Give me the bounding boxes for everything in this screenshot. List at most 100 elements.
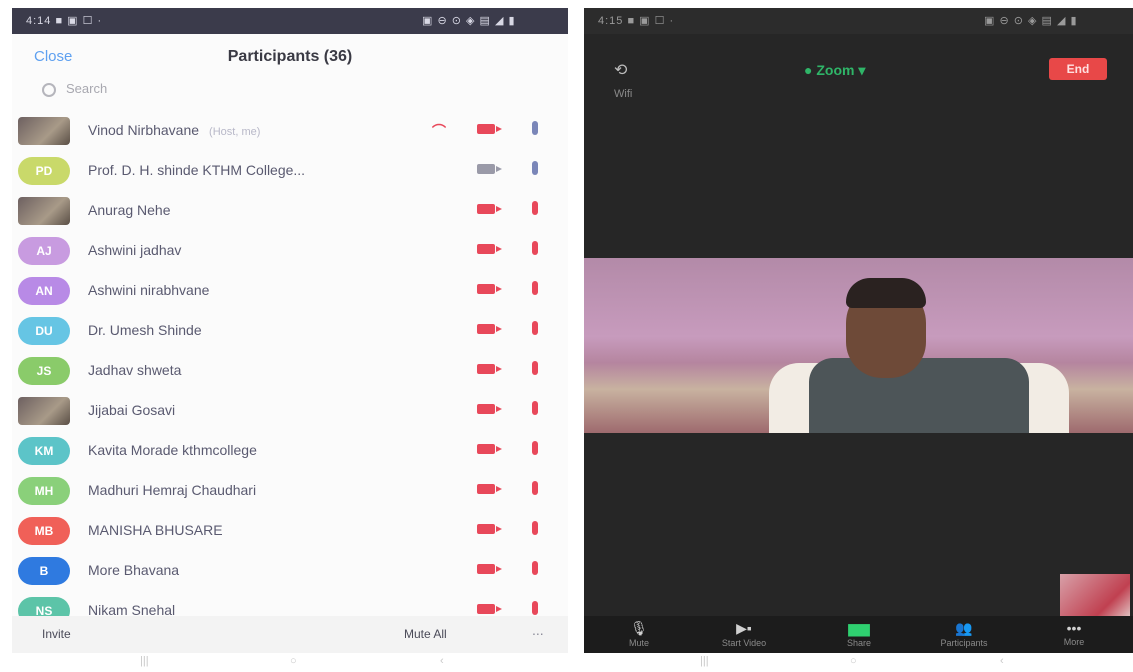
participant-row[interactable]: MH Madhuri Hemraj Chaudhari [12,471,568,511]
participant-name-text: Ashwini nirabhvane [88,282,210,298]
more-label: More [1063,637,1085,647]
video-off-icon [477,564,502,574]
start-video-label: Start Video [721,638,767,648]
participant-name: Kavita Morade kthmcollege [88,442,267,458]
participant-row[interactable]: JS Jadhav shweta [12,351,568,391]
search-input[interactable]: Search [42,81,107,97]
participant-row[interactable]: MB MANISHA BHUSARE [12,511,568,551]
participant-name-text: Jijabai Gosavi [88,402,176,418]
participant-row[interactable]: KM Kavita Morade kthmcollege [12,431,568,471]
participant-row[interactable]: Jijabai Gosavi [12,391,568,431]
participant-note: (Host, me) [209,126,261,138]
recent-apps-icon[interactable]: ||| [140,655,149,667]
home-icon[interactable]: ○ [290,655,297,667]
participant-name: Madhuri Hemraj Chaudhari [88,482,266,498]
avatar [18,197,70,225]
back-icon[interactable]: ‹ [440,655,444,667]
start-video-button[interactable]: ▶▪ Start Video [704,620,784,648]
participant-row[interactable]: B More Bhavana [12,551,568,591]
video-camera-icon: ▶▪ [736,620,752,636]
video-off-icon [477,604,502,614]
participant-name: Jijabai Gosavi [88,402,185,418]
participant-row[interactable]: AJ Ashwini jadhav [12,231,568,271]
participants-footer: Invite Mute All ... [12,616,568,653]
mute-label: Mute [628,638,649,648]
participant-row[interactable]: Vinod Nirbhavane (Host, me) ⌒ [12,111,568,151]
avatar-initials: MH [34,484,54,498]
participant-row[interactable]: AN Ashwini nirabhvane [12,271,568,311]
microphone-icon: 🎙 [630,620,648,636]
participant-row[interactable]: Anurag Nehe [12,191,568,231]
participant-name-text: Madhuri Hemraj Chaudhari [88,482,257,498]
meeting-view: 4:15 ■ ▣ ☐ · ▣ ⊖ ⊙ ◈ ▤ ◢ ▮ ⟲ Wifi ● Zoom… [584,8,1133,653]
status-icons: ▣ ⊖ ⊙ ◈ ▤ ◢ ▮ [984,15,1078,27]
avatar-initials: B [39,564,49,578]
camera-switch-icon[interactable]: ⟲ [614,60,627,80]
mute-button[interactable]: 🎙 Mute [604,620,674,648]
recent-apps-icon[interactable]: ||| [700,655,709,667]
participant-name: MANISHA BHUSARE [88,522,233,538]
video-off-icon [477,324,502,334]
participant-name: Ashwini jadhav [88,242,191,258]
avatar-initials: DU [35,324,53,338]
avatar: B [18,557,70,585]
participants-label: Participants [940,638,988,648]
participant-name: Jadhav shweta [88,362,191,378]
participant-name: Vinod Nirbhavane (Host, me) [88,122,260,138]
share-label: Share [846,638,872,648]
self-view-thumbnail[interactable] [1060,574,1130,616]
participant-name: Dr. Umesh Shinde [88,322,212,338]
microphone-icon [532,201,538,215]
video-off-icon [477,244,502,254]
avatar [18,117,70,145]
avatar: MB [18,517,70,545]
share-button[interactable]: ▆▆ Share [824,620,894,648]
video-off-icon [477,444,502,454]
participants-icon: 👥 [955,620,973,636]
video-off-icon [477,284,502,294]
meeting-toolbar: 🎙 Mute ▶▪ Start Video ▆▆ Share 👥 Partici… [584,616,1133,653]
participant-name-text: Ashwini jadhav [88,242,182,258]
audio-label: Wifi [614,88,633,100]
avatar: AJ [18,237,70,265]
participant-name-text: Prof. D. H. shinde KTHM College... [88,162,306,178]
microphone-icon [532,441,538,455]
avatar-initials: PD [35,164,53,178]
avatar: DU [18,317,70,345]
participants-panel: 4:14 ■ ▣ ☐ · ▣ ⊖ ⊙ ◈ ▤ ◢ ▮ Close Partici… [12,8,568,653]
avatar: AN [18,277,70,305]
mute-all-button[interactable]: Mute All [404,627,447,641]
participant-row[interactable]: DU Dr. Umesh Shinde [12,311,568,351]
video-off-icon [477,124,502,134]
participant-name: Anurag Nehe [88,202,181,218]
end-meeting-button[interactable]: End [1049,58,1107,80]
status-time: 4:14 ■ ▣ ☐ · [26,15,103,27]
home-icon[interactable]: ○ [850,655,857,667]
invite-button[interactable]: Invite [42,627,71,641]
microphone-icon [532,521,538,535]
microphone-icon [532,601,538,615]
participant-name-text: Vinod Nirbhavane [88,122,200,138]
avatar-initials: KM [34,444,54,458]
avatar: MH [18,477,70,505]
participant-row[interactable]: PD Prof. D. H. shinde KTHM College... [12,151,568,191]
raise-hand-icon: ⌒ [432,123,446,139]
video-off-icon [477,484,502,494]
participant-name: Prof. D. H. shinde KTHM College... [88,162,315,178]
speaker-video [584,258,1133,433]
participants-button[interactable]: 👥 Participants [919,620,1009,648]
status-time: 4:15 ■ ▣ ☐ · [598,15,675,27]
microphone-icon [532,161,538,175]
microphone-icon [532,481,538,495]
more-options-button[interactable]: ... [532,622,544,638]
avatar-initials: JS [36,364,52,378]
meeting-title[interactable]: ● Zoom ▾ [804,62,865,79]
status-bar: 4:15 ■ ▣ ☐ · ▣ ⊖ ⊙ ◈ ▤ ◢ ▮ [584,8,1133,34]
participant-name-text: MANISHA BHUSARE [88,522,223,538]
participant-name: More Bhavana [88,562,189,578]
back-icon[interactable]: ‹ [1000,655,1004,667]
microphone-icon [532,321,538,335]
microphone-icon [532,401,538,415]
microphone-icon [532,121,538,135]
more-button[interactable]: ••• More [1044,620,1104,647]
